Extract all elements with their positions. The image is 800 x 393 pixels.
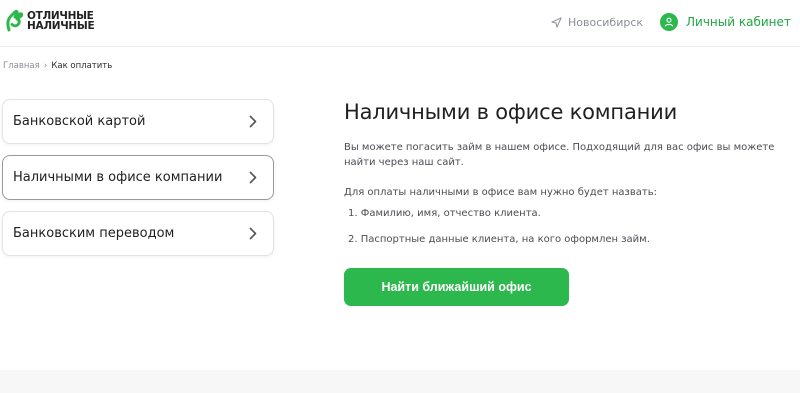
- requirements-lead: Для оплаты наличными в офисе вам нужно б…: [344, 187, 657, 198]
- page-title: Наличными в офисе компании: [344, 100, 678, 124]
- payment-method-list: Банковской картой Наличными в офисе комп…: [2, 99, 274, 267]
- breadcrumb: Главная › Как оплатить: [3, 61, 112, 71]
- method-label: Банковским переводом: [13, 226, 175, 241]
- method-label: Банковской картой: [13, 114, 146, 129]
- brand-logo[interactable]: ОТЛИЧНЫЕ НАЛИЧНЫЕ: [6, 10, 95, 32]
- brand-wordmark-line2: НАЛИЧНЫЕ: [27, 20, 95, 32]
- brand-wordmark: ОТЛИЧНЫЕ НАЛИЧНЫЕ: [27, 11, 95, 32]
- footer-band: [0, 370, 800, 393]
- method-cash-office[interactable]: Наличными в офисе компании: [2, 155, 274, 200]
- method-label: Наличными в офисе компании: [13, 170, 223, 185]
- user-icon: [660, 13, 678, 31]
- breadcrumb-current: Как оплатить: [51, 61, 113, 71]
- site-header: ОТЛИЧНЫЕ НАЛИЧНЫЕ Новосибирск Личный каб…: [0, 0, 800, 47]
- payment-details: Наличными в офисе компании Вы можете пог…: [344, 100, 794, 259]
- method-bank-card[interactable]: Банковской картой: [2, 99, 274, 144]
- breadcrumb-home[interactable]: Главная: [3, 61, 40, 71]
- location-arrow-icon: [551, 17, 562, 28]
- requirements-list: 1. Фамилию, имя, отчество клиента. 2. Па…: [344, 207, 794, 247]
- account-label: Личный кабинет: [686, 15, 791, 29]
- chevron-right-icon: [249, 115, 257, 128]
- intro-text: Вы можете погасить займ в нашем офисе. П…: [344, 142, 775, 168]
- city-name: Новосибирск: [568, 16, 644, 29]
- chevron-right-icon: [249, 171, 257, 184]
- city-selector[interactable]: Новосибирск: [551, 16, 643, 29]
- brand-hand-icon: [6, 10, 23, 32]
- breadcrumb-separator: ›: [43, 61, 48, 71]
- chevron-right-icon: [249, 227, 257, 240]
- method-bank-transfer[interactable]: Банковским переводом: [2, 211, 274, 256]
- list-item: 2. Паспортные данные клиента, на кого оф…: [348, 234, 650, 245]
- find-office-button[interactable]: Найти ближайший офис: [344, 268, 569, 306]
- account-link[interactable]: Личный кабинет: [660, 13, 791, 31]
- list-item: 1. Фамилию, имя, отчество клиента.: [348, 208, 541, 219]
